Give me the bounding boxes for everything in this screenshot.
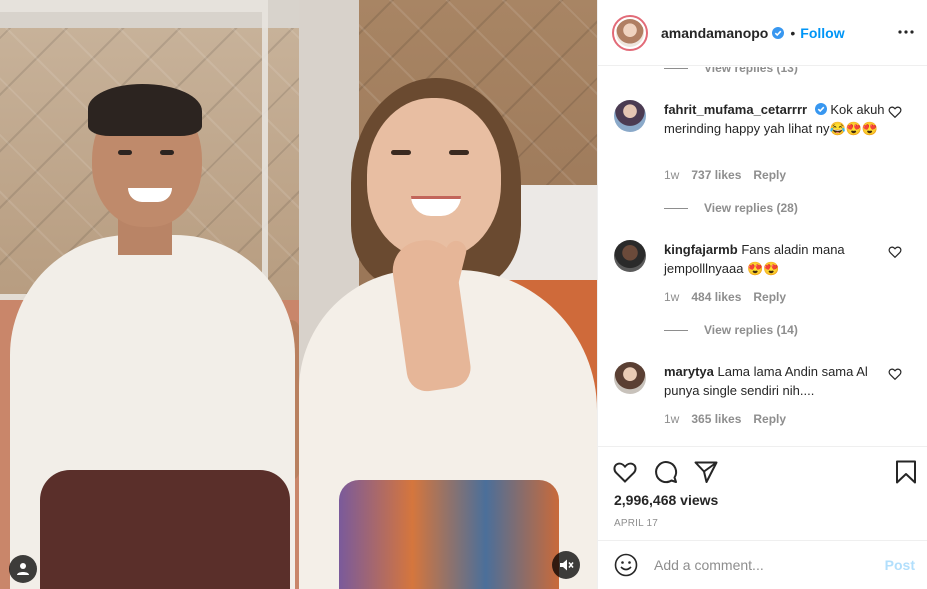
post-side-panel: amandamanopo • Follow View replies (13) … — [597, 0, 927, 589]
comment-icon[interactable] — [653, 459, 679, 485]
comment-likes[interactable]: 365 likes — [691, 412, 741, 426]
post-actions: 2,996,468 views APRIL 17 — [598, 446, 927, 539]
emoji-icon[interactable] — [614, 553, 638, 577]
commenter-avatar[interactable] — [614, 362, 646, 394]
author-username[interactable]: amandamanopo — [661, 25, 768, 41]
video-player[interactable] — [0, 0, 597, 589]
bookmark-icon[interactable] — [893, 459, 919, 485]
header-separator: • — [790, 24, 796, 41]
comment-age[interactable]: 1w — [664, 290, 679, 304]
comment-age[interactable]: 1w — [664, 168, 679, 182]
reply-button[interactable]: Reply — [753, 168, 786, 182]
reply-button[interactable]: Reply — [753, 412, 786, 426]
comment-likes[interactable]: 737 likes — [691, 168, 741, 182]
comments-list[interactable]: View replies (13) fahrit_mufama_cetarrrr… — [598, 67, 927, 445]
view-count[interactable]: 2,996,468 views — [614, 492, 718, 508]
view-replies-button[interactable]: View replies (13) — [664, 67, 798, 75]
like-comment-heart-icon[interactable] — [888, 245, 902, 259]
comment-username[interactable]: kingfajarmb — [664, 242, 738, 257]
view-replies-label: View replies (14) — [704, 323, 798, 337]
heart-icon[interactable] — [612, 459, 638, 485]
follow-button[interactable]: Follow — [800, 25, 844, 41]
more-options-button[interactable] — [896, 22, 916, 42]
share-icon[interactable] — [693, 459, 719, 485]
reply-button[interactable]: Reply — [753, 290, 786, 304]
comment-username[interactable]: marytya — [664, 364, 714, 379]
verified-badge-icon — [772, 26, 785, 39]
view-replies-label: View replies (13) — [704, 67, 798, 75]
post-date[interactable]: APRIL 17 — [614, 518, 658, 529]
commenter-avatar[interactable] — [614, 100, 646, 132]
comment-likes[interactable]: 484 likes — [691, 290, 741, 304]
mute-button[interactable] — [552, 551, 580, 579]
post-header: amandamanopo • Follow — [598, 0, 927, 66]
video-right-panel — [299, 0, 597, 589]
comment-username[interactable]: fahrit_mufama_cetarrrr — [664, 102, 807, 117]
comment-text-block: kingfajarmb Fans aladin mana jempolllnya… — [664, 240, 890, 278]
author-avatar[interactable] — [612, 14, 648, 51]
commenter-avatar[interactable] — [614, 240, 646, 272]
like-comment-heart-icon[interactable] — [888, 367, 902, 381]
view-replies-button[interactable]: View replies (28) — [664, 201, 798, 215]
comment-text-block: marytya Lama lama Andin sama Al punya si… — [664, 362, 890, 400]
comment-meta: 1w 365 likes Reply — [664, 412, 786, 426]
comment-meta: 1w 484 likes Reply — [664, 290, 786, 304]
comment-text-block: fahrit_mufama_cetarrrr Kok akuh merindin… — [664, 100, 890, 138]
comment-input[interactable] — [654, 557, 874, 573]
video-left-panel — [0, 0, 299, 589]
like-comment-heart-icon[interactable] — [888, 105, 902, 119]
view-replies-button[interactable]: View replies (14) — [664, 323, 798, 337]
verified-badge-icon — [814, 103, 827, 115]
comment-meta: 1w 737 likes Reply — [664, 168, 786, 182]
add-comment-bar: Post — [598, 540, 927, 589]
tagged-user-button[interactable] — [9, 555, 37, 583]
comment-age[interactable]: 1w — [664, 412, 679, 426]
muted-speaker-icon — [560, 559, 574, 571]
post-comment-button[interactable]: Post — [885, 557, 915, 573]
view-replies-label: View replies (28) — [704, 201, 798, 215]
user-icon — [17, 563, 29, 575]
more-horizontal-icon — [898, 30, 914, 34]
